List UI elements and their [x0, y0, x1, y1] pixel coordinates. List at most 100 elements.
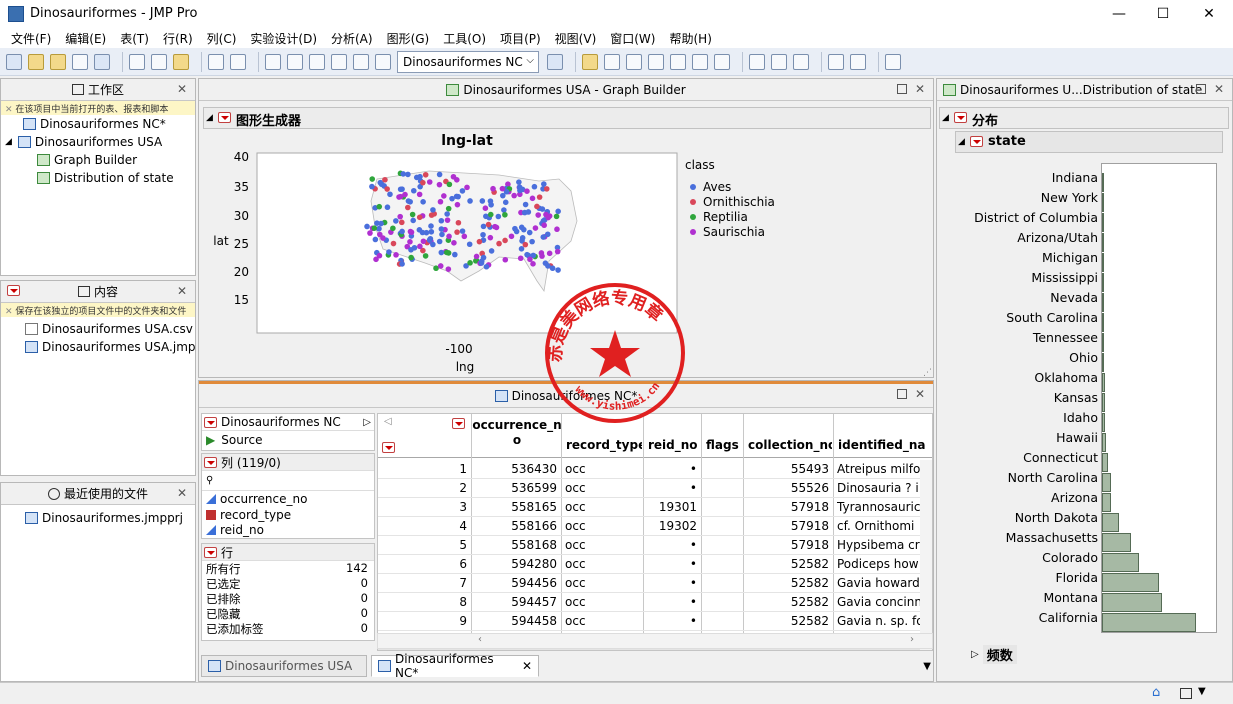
contents-item-jmp[interactable]: Dinosauriformes USA.jmp: [1, 338, 196, 356]
menu-item[interactable]: 项目(P): [493, 30, 548, 47]
maximize-icon[interactable]: [897, 389, 907, 399]
menu-item[interactable]: 分析(A): [324, 30, 380, 47]
row-number[interactable]: 1: [381, 462, 467, 476]
close-icon[interactable]: ✕: [915, 82, 925, 96]
close-icon[interactable]: ✕: [177, 82, 187, 96]
bar[interactable]: [1102, 233, 1104, 252]
expand-icon[interactable]: ▷: [363, 417, 371, 428]
text-icon[interactable]: [375, 53, 391, 70]
row-number[interactable]: 3: [381, 500, 467, 514]
workspace-item-usa[interactable]: ◢ Dinosauriformes USA: [1, 133, 195, 151]
table-select-dropdown[interactable]: Dinosauriformes NC ⌵: [397, 50, 539, 73]
bar[interactable]: [1102, 173, 1104, 192]
table-menu-icon[interactable]: [204, 416, 217, 428]
column-header[interactable]: flags: [706, 438, 742, 452]
bar[interactable]: [1102, 273, 1104, 292]
run-script-icon[interactable]: [547, 53, 563, 70]
row-number[interactable]: 2: [381, 481, 467, 495]
window-icon[interactable]: [1180, 688, 1192, 699]
tab-dinosauriformes-nc[interactable]: Dinosauriformes NC* ✕: [371, 652, 539, 680]
column-search-input[interactable]: ⚲: [202, 471, 374, 491]
menu-item[interactable]: 编辑(E): [58, 30, 113, 47]
close-icon[interactable]: ✕: [177, 486, 187, 500]
bar[interactable]: [1102, 193, 1104, 212]
journal-icon[interactable]: [331, 53, 347, 70]
bar[interactable]: [1102, 573, 1159, 592]
rows-menu-icon[interactable]: [204, 546, 217, 558]
window-list-icon[interactable]: [265, 53, 281, 70]
row-number[interactable]: 4: [381, 519, 467, 533]
row-number[interactable]: 8: [381, 595, 467, 609]
source-script[interactable]: ▶ Source: [202, 431, 374, 448]
horizontal-scrollbar[interactable]: ‹ ›: [377, 633, 933, 649]
close-icon[interactable]: ✕: [177, 284, 187, 298]
menu-item[interactable]: 列(C): [200, 30, 244, 47]
scroll-left-icon[interactable]: ‹: [478, 634, 482, 645]
workspace-item-graph-builder[interactable]: Graph Builder: [1, 151, 195, 169]
column-header[interactable]: reid_no: [648, 438, 700, 452]
graph-icon[interactable]: [749, 53, 765, 70]
graph-builder-menu-icon[interactable]: [218, 112, 231, 123]
expand-icon[interactable]: ▷: [971, 649, 979, 660]
open-file-icon[interactable]: [50, 53, 66, 70]
state-menu-icon[interactable]: [970, 136, 983, 147]
menu-item[interactable]: 图形(G): [380, 30, 437, 47]
bar[interactable]: [1102, 413, 1106, 432]
collapse-icon[interactable]: ◢: [942, 113, 949, 123]
layout-icon[interactable]: [309, 53, 325, 70]
chart-icon[interactable]: [771, 53, 787, 70]
debug-icon[interactable]: [828, 53, 844, 70]
menu-item[interactable]: 实验设计(D): [243, 30, 324, 47]
bar[interactable]: [1102, 293, 1104, 312]
bar[interactable]: [1102, 253, 1104, 272]
home-icon[interactable]: [287, 53, 303, 70]
tree-expand-icon[interactable]: ◢: [5, 137, 12, 147]
report-icon[interactable]: [353, 53, 369, 70]
bar[interactable]: [1102, 533, 1131, 552]
bar[interactable]: [1102, 373, 1105, 392]
paste-icon[interactable]: [173, 53, 189, 70]
distribution-icon[interactable]: [648, 53, 664, 70]
row-number[interactable]: 6: [381, 557, 467, 571]
step-icon[interactable]: [850, 53, 866, 70]
data-grid-icon[interactable]: [582, 53, 598, 70]
close-button[interactable]: ✕: [1194, 4, 1224, 24]
column-item[interactable]: occurrence_no: [202, 491, 374, 507]
scroll-right-icon[interactable]: ›: [910, 634, 914, 645]
new-data-table-icon[interactable]: [6, 53, 22, 70]
collapse-icon[interactable]: ◢: [206, 113, 213, 123]
bar[interactable]: [1102, 493, 1111, 512]
copy-icon[interactable]: [151, 53, 167, 70]
frequency-section[interactable]: ▷ 频数: [971, 645, 1017, 664]
row-number[interactable]: 5: [381, 538, 467, 552]
bar[interactable]: [1102, 613, 1197, 632]
distribution-menu-icon[interactable]: [954, 112, 967, 123]
menu-item[interactable]: 表(T): [113, 30, 156, 47]
collapse-icon[interactable]: ◢: [958, 137, 965, 147]
bar[interactable]: [1102, 333, 1104, 352]
cut-icon[interactable]: [129, 53, 145, 70]
import-icon[interactable]: [72, 53, 88, 70]
column-item[interactable]: reid_no: [202, 523, 374, 537]
menu-item[interactable]: 行(R): [156, 30, 200, 47]
maximize-button[interactable]: ☐: [1148, 4, 1178, 24]
menu-item[interactable]: 窗口(W): [603, 30, 662, 47]
map-icon[interactable]: [793, 53, 809, 70]
menu-item[interactable]: 视图(V): [548, 30, 604, 47]
menu-item[interactable]: 帮助(H): [662, 30, 718, 47]
select-all-icon[interactable]: ◁: [384, 416, 392, 427]
column-item[interactable]: record_type: [202, 507, 374, 523]
tools-icon[interactable]: [885, 53, 901, 70]
fit-y-by-x-icon[interactable]: [670, 53, 686, 70]
pencil-icon[interactable]: [714, 53, 730, 70]
contents-menu-icon[interactable]: [7, 285, 20, 296]
new-project-icon[interactable]: [28, 53, 44, 70]
close-tab-icon[interactable]: ✕: [522, 659, 532, 673]
columns-corner-menu-icon[interactable]: [452, 418, 465, 429]
rows-corner-menu-icon[interactable]: [382, 442, 395, 453]
vertical-scrollbar[interactable]: [920, 460, 932, 650]
subset-icon[interactable]: [626, 53, 642, 70]
row-number[interactable]: 7: [381, 576, 467, 590]
fit-model-icon[interactable]: [692, 53, 708, 70]
column-header[interactable]: collection_no: [748, 438, 832, 452]
